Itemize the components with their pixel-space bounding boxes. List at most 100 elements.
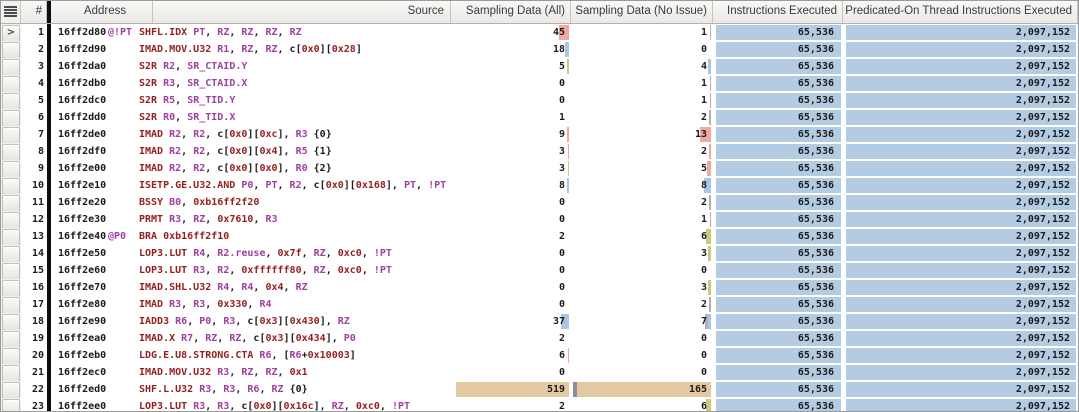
sampling-no-issue-cell[interactable]: 1 [571, 24, 713, 41]
predicated-executed-cell[interactable]: 2,097,152 [843, 245, 1078, 262]
instruction-cell[interactable]: 16ff2e70 IMAD.SHL.U32 R4, R4, 0x4, RZ [51, 279, 451, 296]
instructions-executed-cell[interactable]: 65,536 [713, 364, 843, 381]
instruction-cell[interactable]: 16ff2ed0 SHF.L.U32 R3, R3, R6, RZ {0} [51, 381, 451, 398]
predicated-executed-cell[interactable]: 2,097,152 [843, 313, 1078, 330]
predicated-executed-cell[interactable]: 2,097,152 [843, 143, 1078, 160]
row-gutter-button[interactable] [2, 59, 20, 75]
disasm-row[interactable]: 4 16ff2db0 S2R R3, SR_CTAID.X 0 1 65,536… [1, 75, 1078, 92]
predicated-executed-cell[interactable]: 2,097,152 [843, 262, 1078, 279]
disasm-row[interactable]: 14 16ff2e50 LOP3.LUT R4, R2.reuse, 0x7f,… [1, 245, 1078, 262]
instructions-executed-cell[interactable]: 65,536 [713, 228, 843, 245]
instructions-executed-cell[interactable]: 65,536 [713, 109, 843, 126]
instructions-executed-cell[interactable]: 65,536 [713, 75, 843, 92]
row-gutter-button[interactable] [2, 314, 20, 330]
column-header-instructions-executed[interactable]: Instructions Executed [713, 1, 843, 23]
row-gutter-button[interactable] [2, 331, 20, 347]
sampling-all-cell[interactable]: 0 [451, 211, 571, 228]
sampling-all-cell[interactable]: 2 [451, 228, 571, 245]
row-gutter-button[interactable] [2, 93, 20, 109]
instruction-cell[interactable]: 16ff2e60 LOP3.LUT R3, R2, 0xffffff80, RZ… [51, 262, 451, 279]
predicated-executed-cell[interactable]: 2,097,152 [843, 330, 1078, 347]
sampling-no-issue-cell[interactable]: 8 [571, 177, 713, 194]
column-header-address[interactable]: Address [58, 1, 153, 23]
predicated-executed-cell[interactable]: 2,097,152 [843, 126, 1078, 143]
disasm-row[interactable]: 22 16ff2ed0 SHF.L.U32 R3, R3, R6, RZ {0}… [1, 381, 1078, 398]
sampling-all-cell[interactable]: 0 [451, 92, 571, 109]
instructions-executed-cell[interactable]: 65,536 [713, 143, 843, 160]
column-header-source[interactable]: Source [153, 1, 450, 23]
instruction-cell[interactable]: 16ff2d80 @!PT SHFL.IDX PT, RZ, RZ, RZ, R… [51, 24, 451, 41]
sampling-all-cell[interactable]: 0 [451, 194, 571, 211]
row-gutter-button[interactable] [2, 161, 20, 177]
sampling-no-issue-cell[interactable]: 0 [571, 262, 713, 279]
predicated-executed-cell[interactable]: 2,097,152 [843, 177, 1078, 194]
instructions-executed-cell[interactable]: 65,536 [713, 330, 843, 347]
sampling-no-issue-cell[interactable]: 165 [571, 381, 713, 398]
sampling-no-issue-cell[interactable]: 5 [571, 160, 713, 177]
sampling-all-cell[interactable]: 45 [451, 24, 571, 41]
predicated-executed-cell[interactable]: 2,097,152 [843, 381, 1078, 398]
instructions-executed-cell[interactable]: 65,536 [713, 262, 843, 279]
instructions-executed-cell[interactable]: 65,536 [713, 279, 843, 296]
instruction-cell[interactable]: 16ff2dc0 S2R R5, SR_TID.Y [51, 92, 451, 109]
row-gutter-button[interactable] [2, 144, 20, 160]
column-header-sampling-all[interactable]: Sampling Data (All) [451, 1, 571, 23]
row-gutter-button[interactable] [2, 280, 20, 296]
sampling-all-cell[interactable]: 18 [451, 41, 571, 58]
instructions-executed-cell[interactable]: 65,536 [713, 313, 843, 330]
instruction-cell[interactable]: 16ff2dd0 S2R R0, SR_TID.X [51, 109, 451, 126]
row-gutter-button[interactable] [2, 76, 20, 92]
sampling-all-cell[interactable]: 9 [451, 126, 571, 143]
predicated-executed-cell[interactable]: 2,097,152 [843, 296, 1078, 313]
row-gutter-button[interactable] [2, 365, 20, 381]
row-gutter-button[interactable] [2, 229, 20, 245]
sampling-no-issue-cell[interactable]: 1 [571, 75, 713, 92]
row-gutter-button[interactable] [2, 42, 20, 58]
sampling-all-cell[interactable]: 0 [451, 279, 571, 296]
sampling-all-cell[interactable]: 0 [451, 262, 571, 279]
sampling-no-issue-cell[interactable]: 3 [571, 279, 713, 296]
predicated-executed-cell[interactable]: 2,097,152 [843, 228, 1078, 245]
sampling-all-cell[interactable]: 0 [451, 75, 571, 92]
sampling-all-cell[interactable]: 519 [451, 381, 571, 398]
predicated-executed-cell[interactable]: 2,097,152 [843, 160, 1078, 177]
instruction-cell[interactable]: 16ff2ee0 LOP3.LUT R3, R3, c[0x0][0x16c],… [51, 398, 451, 412]
sampling-all-cell[interactable]: 8 [451, 177, 571, 194]
instruction-cell[interactable]: 16ff2e00 IMAD R2, R2, c[0x0][0x0], R0 {2… [51, 160, 451, 177]
sampling-no-issue-cell[interactable]: 3 [571, 245, 713, 262]
instructions-executed-cell[interactable]: 65,536 [713, 160, 843, 177]
sampling-all-cell[interactable]: 3 [451, 143, 571, 160]
sampling-all-cell[interactable]: 0 [451, 364, 571, 381]
sampling-no-issue-cell[interactable]: 0 [571, 41, 713, 58]
instructions-executed-cell[interactable]: 65,536 [713, 347, 843, 364]
instruction-cell[interactable]: 16ff2e10 ISETP.GE.U32.AND P0, PT, R2, c[… [51, 177, 451, 194]
instructions-executed-cell[interactable]: 65,536 [713, 92, 843, 109]
instructions-executed-cell[interactable]: 65,536 [713, 381, 843, 398]
sampling-all-cell[interactable]: 3 [451, 160, 571, 177]
row-gutter-button[interactable] [2, 263, 20, 279]
sampling-no-issue-cell[interactable]: 1 [571, 92, 713, 109]
instruction-cell[interactable]: 16ff2da0 S2R R2, SR_CTAID.Y [51, 58, 451, 75]
disasm-row[interactable]: 15 16ff2e60 LOP3.LUT R3, R2, 0xffffff80,… [1, 262, 1078, 279]
row-gutter-button[interactable] [2, 382, 20, 398]
instruction-cell[interactable]: 16ff2ec0 IMAD.MOV.U32 R3, RZ, RZ, 0x1 [51, 364, 451, 381]
disasm-row[interactable]: 3 16ff2da0 S2R R2, SR_CTAID.Y 5 4 65,536… [1, 58, 1078, 75]
instruction-cell[interactable]: 16ff2ea0 IMAD.X R7, RZ, RZ, c[0x3][0x434… [51, 330, 451, 347]
instruction-cell[interactable]: 16ff2e50 LOP3.LUT R4, R2.reuse, 0x7f, RZ… [51, 245, 451, 262]
predicated-executed-cell[interactable]: 2,097,152 [843, 92, 1078, 109]
row-gutter-button[interactable]: > [2, 25, 20, 41]
instruction-cell[interactable]: 16ff2db0 S2R R3, SR_CTAID.X [51, 75, 451, 92]
instructions-executed-cell[interactable]: 65,536 [713, 24, 843, 41]
instructions-executed-cell[interactable]: 65,536 [713, 126, 843, 143]
predicated-executed-cell[interactable]: 2,097,152 [843, 364, 1078, 381]
column-header-sampling-no-issue[interactable]: Sampling Data (No Issue) [571, 1, 713, 23]
disasm-row[interactable]: 10 16ff2e10 ISETP.GE.U32.AND P0, PT, R2,… [1, 177, 1078, 194]
row-gutter-button[interactable] [2, 178, 20, 194]
disasm-row[interactable]: 11 16ff2e20 BSSY B0, 0xb16ff2f20 0 2 65,… [1, 194, 1078, 211]
sampling-all-cell[interactable]: 0 [451, 245, 571, 262]
sampling-no-issue-cell[interactable]: 0 [571, 364, 713, 381]
row-gutter-button[interactable] [2, 246, 20, 262]
instruction-cell[interactable]: 16ff2d90 IMAD.MOV.U32 R1, RZ, RZ, c[0x0]… [51, 41, 451, 58]
row-gutter-button[interactable] [2, 297, 20, 313]
sampling-all-cell[interactable]: 1 [451, 109, 571, 126]
